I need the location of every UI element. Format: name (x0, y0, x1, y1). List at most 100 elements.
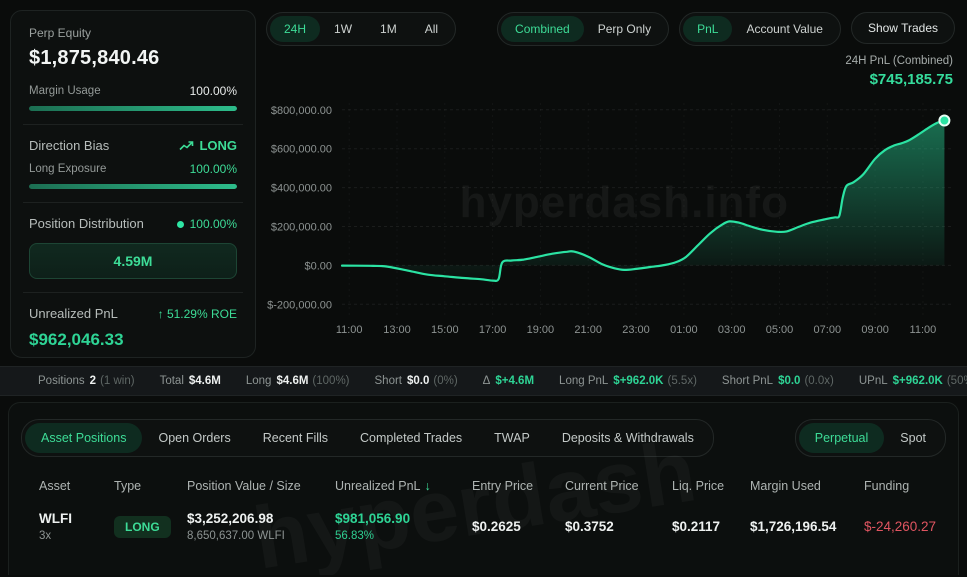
funding-cell: $-24,260.27 (864, 519, 958, 534)
chart-pnl-value: $745,185.75 (266, 71, 953, 88)
positions-panel: hyperdash Asset PositionsOpen OrdersRece… (8, 402, 959, 575)
liq-price-cell: $0.2117 (672, 519, 750, 534)
sort-desc-icon: ↓ (424, 479, 430, 493)
position-distribution-segment[interactable]: 4.59M (29, 243, 237, 279)
table-body: WLFI3xLONG $3,252,206.988,650,637.00 WLFI… (39, 507, 958, 552)
mode-tab-group: CombinedPerp Only (497, 12, 669, 46)
divider (23, 124, 243, 125)
chart-toolbar: 24H1W1MAll CombinedPerp Only PnLAccount … (266, 10, 955, 48)
y-tick-label: $0.00 (304, 260, 332, 272)
position-distribution-label: Position Distribution (29, 216, 144, 231)
col-funding[interactable]: Funding (864, 479, 958, 493)
positions-tab-group: Asset PositionsOpen OrdersRecent FillsCo… (21, 419, 714, 457)
y-tick-label: $400,000.00 (271, 183, 332, 195)
position-value-cell: $3,252,206.988,650,637.00 WLFI (187, 511, 335, 542)
range-tab-group: 24H1W1MAll (266, 12, 456, 46)
tab-completed-trades[interactable]: Completed Trades (344, 423, 478, 453)
divider (23, 202, 243, 203)
tab-deposits-withdrawals[interactable]: Deposits & Withdrawals (546, 423, 710, 453)
stat-short-pnl: Short PnL$0.0(0.0x) (722, 375, 834, 387)
show-trades-button[interactable]: Show Trades (851, 12, 955, 44)
x-tick-label: 19:00 (527, 324, 555, 336)
chart-title: 24H PnL (Combined) (266, 55, 953, 67)
col-type[interactable]: Type (114, 479, 187, 493)
x-tick-label: 21:00 (574, 324, 602, 336)
asset-cell: WLFI3x (39, 511, 114, 542)
top-section: Perp Equity $1,875,840.46 Margin Usage 1… (0, 0, 967, 358)
range-tab-all[interactable]: All (411, 16, 452, 42)
position-distribution-value: 100.00% (177, 217, 237, 231)
stat-short: Short$0.0(0%) (375, 375, 458, 387)
col-asset[interactable]: Asset (39, 479, 114, 493)
positions-tabs-row: Asset PositionsOpen OrdersRecent FillsCo… (9, 419, 958, 457)
green-dot-icon (177, 221, 184, 228)
tab-asset-positions[interactable]: Asset Positions (25, 423, 142, 453)
up-arrow-icon: ↑ (158, 307, 164, 321)
unrealized-pnl-cell: $981,056.9056.83% (335, 511, 472, 542)
range-tab-24h[interactable]: 24H (270, 16, 320, 42)
long-badge: LONG (114, 516, 171, 538)
positions-table: AssetTypePosition Value / SizeUnrealized… (9, 479, 958, 552)
y-tick-label: $800,000.00 (271, 105, 332, 117)
col-entry-price[interactable]: Entry Price (472, 479, 565, 493)
long-exposure-value: 100.00% (190, 162, 237, 176)
x-tick-label: 01:00 (670, 324, 698, 336)
account-summary-card: Perp Equity $1,875,840.46 Margin Usage 1… (10, 10, 256, 358)
y-tick-label: $200,000.00 (271, 222, 332, 234)
divider (23, 292, 243, 293)
market-tab-group: PerpetualSpot (795, 419, 946, 457)
pnl-area-fill (342, 121, 944, 281)
tab-twap[interactable]: TWAP (478, 423, 546, 453)
perp-equity-value: $1,875,840.46 (29, 47, 237, 70)
type-cell: LONG (114, 516, 187, 538)
margin-usage-bar (29, 106, 237, 111)
y-tick-label: $-200,000.00 (267, 299, 332, 311)
margin-usage-value: 100.00% (190, 84, 237, 98)
col-unrealized-pnl[interactable]: Unrealized PnL↓ (335, 479, 472, 493)
current-price-cell: $0.3752 (565, 519, 672, 534)
x-tick-label: 05:00 (766, 324, 794, 336)
stat-long-pnl: Long PnL$+962.0K(5.5x) (559, 375, 697, 387)
long-exposure-label: Long Exposure (29, 163, 106, 175)
col-liq-price[interactable]: Liq. Price (672, 479, 750, 493)
tab-recent-fills[interactable]: Recent Fills (247, 423, 344, 453)
market-tab-perpetual[interactable]: Perpetual (799, 423, 885, 453)
roe-value: ↑ 51.29% ROE (158, 307, 237, 321)
positions-stats-bar: Positions2(1 win) Total$4.6M Long$4.6M(100… (0, 366, 967, 396)
direction-bias-label: Direction Bias (29, 138, 109, 153)
last-point-dot (939, 116, 949, 126)
trending-up-icon (179, 140, 194, 152)
x-tick-label: 11:00 (910, 324, 937, 336)
col-position-value-size[interactable]: Position Value / Size (187, 479, 335, 493)
stat-long: Long$4.6M(100%) (246, 375, 350, 387)
mode-tab-perp-only[interactable]: Perp Only (584, 16, 665, 42)
y-tick-label: $600,000.00 (271, 144, 332, 156)
pnl-area-chart: 11:0013:0015:0017:0019:0021:0023:0001:00… (266, 97, 957, 349)
mode-tab-combined[interactable]: Combined (501, 16, 584, 42)
stat-total: Total$4.6M (160, 375, 221, 387)
x-tick-label: 03:00 (718, 324, 746, 336)
market-tab-spot[interactable]: Spot (884, 423, 942, 453)
stat-positions: Positions2(1 win) (38, 375, 135, 387)
unrealized-pnl-label: Unrealized PnL (29, 306, 118, 321)
col-current-price[interactable]: Current Price (565, 479, 672, 493)
table-header: AssetTypePosition Value / SizeUnrealized… (39, 479, 958, 507)
unrealized-pnl-value: $962,046.33 (29, 330, 237, 350)
perp-equity-label: Perp Equity (29, 26, 237, 40)
entry-price-cell: $0.2625 (472, 519, 565, 534)
position-row-wlfi[interactable]: WLFI3xLONG $3,252,206.988,650,637.00 WLFI… (39, 507, 958, 552)
metric-tab-account-value[interactable]: Account Value (732, 16, 837, 42)
tab-open-orders[interactable]: Open Orders (142, 423, 246, 453)
pnl-chart-area: 24H1W1MAll CombinedPerp Only PnLAccount … (266, 10, 955, 358)
range-tab-1m[interactable]: 1M (366, 16, 411, 42)
chart-header: 24H PnL (Combined) $745,185.75 (266, 55, 953, 97)
margin-usage-label: Margin Usage (29, 85, 101, 97)
x-tick-label: 17:00 (479, 324, 507, 336)
col-margin-used[interactable]: Margin Used (750, 479, 864, 493)
range-tab-1w[interactable]: 1W (320, 16, 366, 42)
metric-tab-pnl[interactable]: PnL (683, 16, 732, 42)
stat-delta: Δ$+4.6M (483, 375, 534, 387)
long-exposure-bar (29, 184, 237, 189)
x-tick-label: 13:00 (383, 324, 411, 336)
x-tick-label: 09:00 (861, 324, 889, 336)
